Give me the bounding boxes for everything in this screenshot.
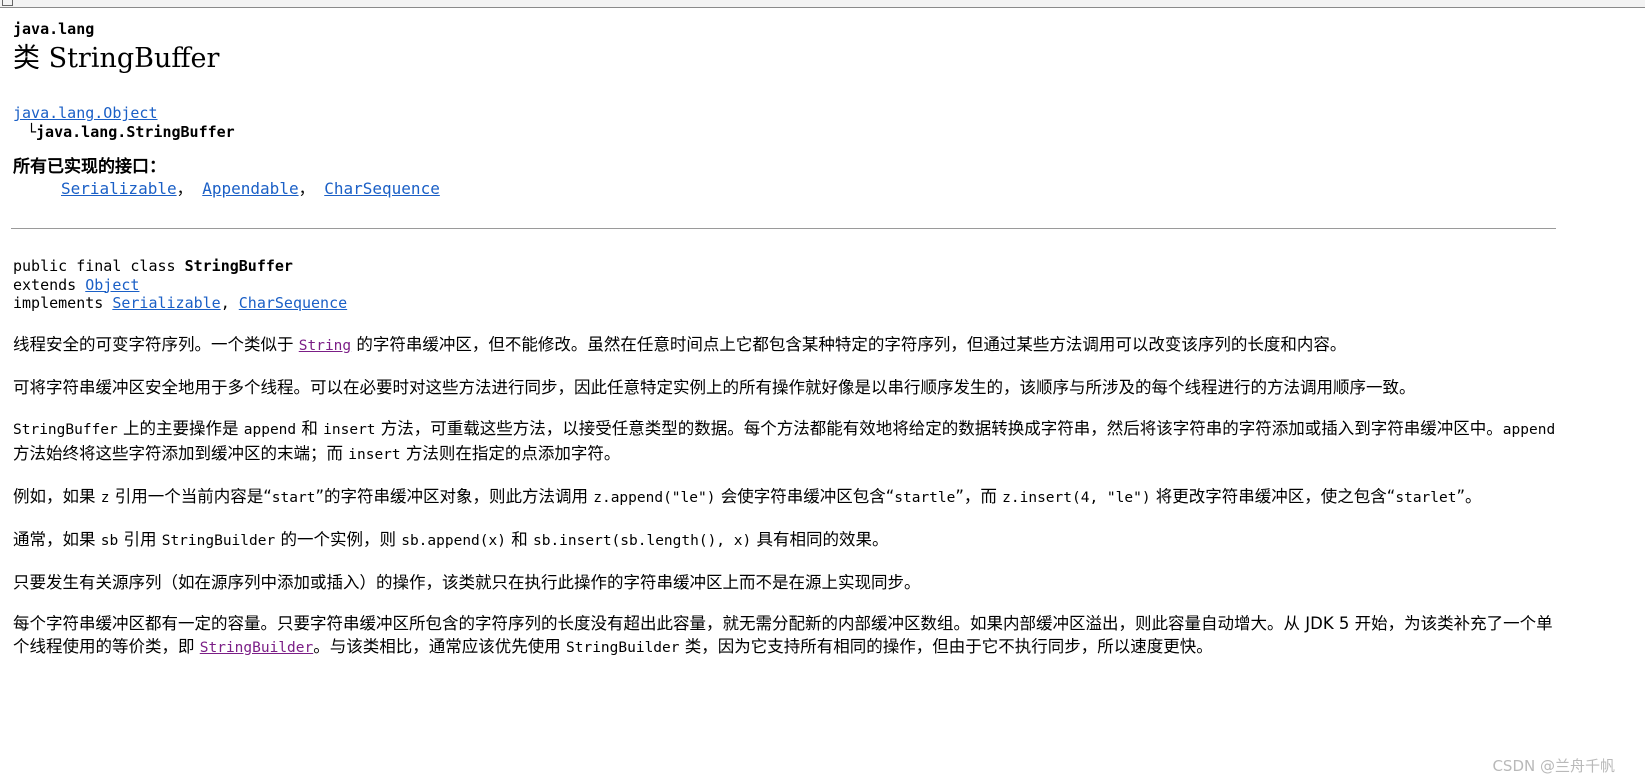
code-text: StringBuilder — [566, 639, 680, 656]
description-paragraph-1: 线程安全的可变字符序列。一个类似于 String 的字符串缓冲区，但不能修改。虽… — [13, 333, 1561, 358]
text: 引用 — [118, 529, 162, 549]
window-top-edge — [0, 0, 1645, 8]
text: 上的主要操作是 — [117, 418, 244, 438]
class-declaration: public final class StringBuffer extends … — [13, 257, 1633, 313]
text: 类，因为它支持所有相同的操作，但由于它不执行同步，所以速度更快。 — [679, 636, 1213, 656]
package-name: java.lang — [13, 20, 95, 38]
text: 引用一个当前内容是“ — [109, 486, 272, 506]
string-class-link[interactable]: String — [299, 338, 351, 354]
decl-modifiers: public final class — [13, 257, 185, 275]
code-text: StringBuffer — [13, 421, 118, 438]
text: ”的字符串缓冲区对象，则此方法调用 — [315, 486, 594, 506]
text: 。与该类相比，通常应该优先使用 — [313, 636, 566, 656]
code-text: sb.append(x) — [401, 532, 506, 549]
current-class-name: java.lang.StringBuffer — [36, 123, 235, 141]
text: 方法始终将这些字符添加到缓冲区的末端；而 — [13, 443, 349, 463]
code-text: append — [1502, 421, 1556, 438]
window-icon — [2, 0, 13, 6]
decl-charsequence-link[interactable]: CharSequence — [239, 294, 347, 312]
text: 的字符串缓冲区，但不能修改。虽然在任意时间点上它都包含某种特定的字符序列，但通过… — [351, 334, 1347, 354]
text: 线程安全的可变字符序列。一个类似于 — [13, 334, 299, 354]
text: 和 — [296, 418, 324, 438]
text: ”。 — [1456, 486, 1482, 506]
interfaces-list: Serializable， Appendable， CharSequence — [13, 178, 1633, 200]
description-paragraph-3: StringBuffer 上的主要操作是 append 和 insert 方法，… — [13, 417, 1561, 467]
tree-branch-glyph: └ — [27, 123, 37, 141]
code-text: sb.insert(sb.length(), x) — [532, 532, 752, 549]
code-text: append — [243, 421, 297, 438]
code-text: insert — [348, 446, 401, 463]
interfaces-separator: ， — [176, 179, 193, 198]
stringbuilder-class-link[interactable]: StringBuilder — [200, 640, 314, 656]
text: 会使字符串缓冲区包含“ — [715, 486, 895, 506]
javadoc-page: java.lang 类 StringBuffer java.lang.Objec… — [11, 20, 1633, 660]
code-text: starlet — [1395, 489, 1457, 506]
decl-object-link[interactable]: Object — [85, 276, 139, 294]
code-text: z.insert(4, "le") — [1002, 489, 1151, 506]
interface-link-charsequence[interactable]: CharSequence — [324, 179, 440, 198]
description-paragraph-2: 可将字符串缓冲区安全地用于多个线程。可以在必要时对这些方法进行同步，因此任意特定… — [13, 377, 1416, 397]
text: 例如，如果 — [13, 486, 101, 506]
interface-link-appendable[interactable]: Appendable — [202, 179, 298, 198]
code-text: StringBuilder — [161, 532, 276, 549]
description-paragraph-4: 例如，如果 z 引用一个当前内容是“start”的字符串缓冲区对象，则此方法调用… — [13, 485, 1561, 510]
code-text: insert — [323, 421, 376, 438]
text: 和 — [505, 529, 533, 549]
text: 具有相同的效果。 — [751, 529, 889, 549]
text: ”，而 — [955, 486, 1003, 506]
decl-class-name: StringBuffer — [184, 257, 293, 275]
section-divider — [11, 228, 1556, 229]
description-paragraph-5: 通常，如果 sb 引用 StringBuilder 的一个实例，则 sb.app… — [13, 528, 1561, 553]
code-text: z.append("le") — [593, 489, 716, 506]
decl-separator: , — [220, 294, 239, 312]
description-paragraph-7: 每个字符串缓冲区都有一定的容量。只要字符串缓冲区所包含的字符序列的长度没有超出此… — [13, 612, 1561, 660]
csdn-watermark: CSDN @兰舟千帆 — [1492, 757, 1615, 775]
decl-implements: implements — [13, 294, 113, 312]
text: 的一个实例，则 — [275, 529, 402, 549]
description-paragraph-6: 只要发生有关源序列（如在源序列中添加或插入）的操作，该类就只在执行此操作的字符串… — [13, 572, 921, 592]
decl-serializable-link[interactable]: Serializable — [112, 294, 220, 312]
interfaces-separator: ， — [298, 179, 315, 198]
code-text: start — [271, 489, 316, 506]
code-text: sb — [100, 532, 119, 549]
interface-link-serializable[interactable]: Serializable — [61, 179, 177, 198]
text: 通常，如果 — [13, 529, 101, 549]
decl-extends: extends — [13, 275, 86, 294]
inheritance-child: └java.lang.StringBuffer — [13, 123, 1633, 142]
text: 方法则在指定的点添加字符。 — [400, 443, 621, 463]
text: 将更改字符串缓冲区，使之包含“ — [1150, 486, 1396, 506]
interfaces-label: 所有已实现的接口： — [13, 157, 166, 177]
text: 方法，可重载这些方法，以接受任意类型的数据。每个方法都能有效地将给定的数据转换成… — [375, 418, 1503, 438]
class-title: 类 StringBuffer — [13, 43, 220, 74]
parent-class-link[interactable]: java.lang.Object — [13, 104, 158, 122]
code-text: startle — [894, 489, 956, 506]
inheritance-tree: java.lang.Object └java.lang.StringBuffer — [13, 104, 1633, 142]
